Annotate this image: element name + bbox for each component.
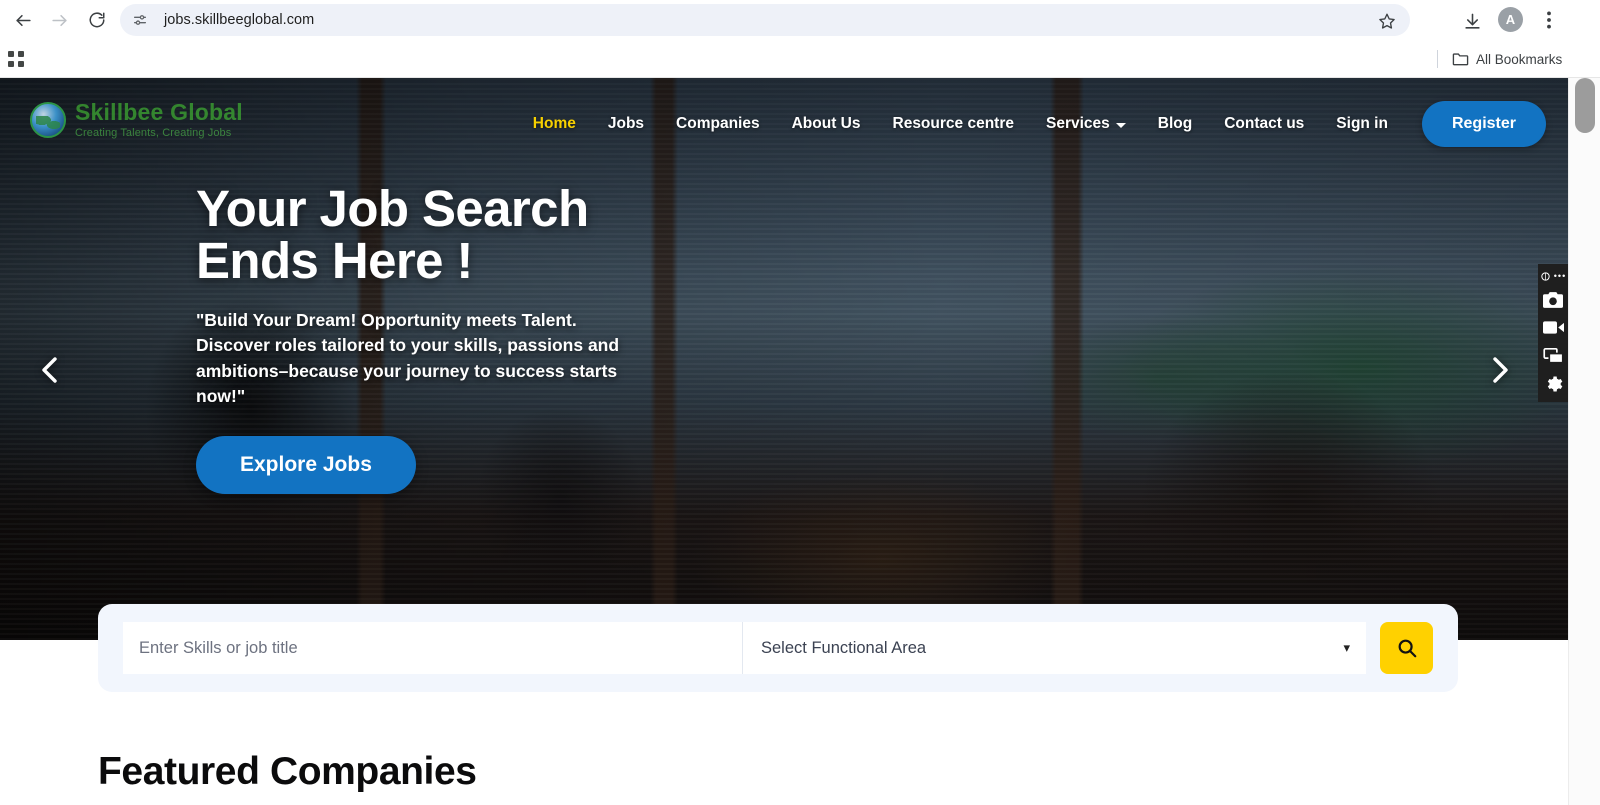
site-header: Skillbee Global Creating Talents, Creati…	[0, 78, 1568, 170]
gear-icon[interactable]	[1540, 371, 1566, 396]
bookmarks-bar: All Bookmarks	[0, 40, 1600, 78]
reload-icon	[89, 12, 105, 28]
nav-item-resource-centre[interactable]: Resource centre	[877, 115, 1030, 133]
camera-icon[interactable]	[1540, 287, 1566, 312]
chevron-down-icon: ▾	[1343, 640, 1350, 655]
functional-area-value: Select Functional Area	[761, 638, 927, 657]
chevron-right-icon	[1493, 357, 1508, 383]
nav-label: Services	[1045, 115, 1110, 132]
chevron-left-icon	[42, 357, 57, 383]
job-search-panel: Select Functional Area ▾	[98, 604, 1458, 692]
recorder-logo-icon	[1541, 271, 1550, 281]
globe-icon	[30, 102, 66, 138]
recorder-menu-dots[interactable]: •••	[1554, 271, 1566, 281]
nav-item-sign-in[interactable]: Sign in	[1320, 115, 1404, 133]
nav-item-companies[interactable]: Companies	[660, 115, 776, 133]
nav-label: Companies	[676, 115, 760, 132]
divider	[1437, 50, 1438, 68]
nav-label: Home	[532, 115, 576, 132]
folder-icon	[1452, 53, 1469, 66]
browser-chrome: jobs.skillbeeglobal.com A All Bookmarks	[0, 0, 1600, 78]
nav-label: Sign in	[1336, 115, 1388, 132]
screen-recorder-toolbar: •••	[1538, 264, 1568, 402]
back-button[interactable]	[6, 3, 40, 37]
browser-toolbar: jobs.skillbeeglobal.com A	[0, 0, 1600, 40]
page-viewport: Skillbee Global Creating Talents, Creati…	[0, 78, 1568, 805]
download-icon[interactable]	[1458, 7, 1486, 35]
page-title: Your Job Search Ends Here !	[196, 180, 589, 290]
nav-label: About Us	[791, 115, 861, 132]
nav-item-blog[interactable]: Blog	[1142, 115, 1208, 133]
nav-label: Jobs	[607, 115, 645, 132]
search-input[interactable]	[123, 622, 743, 674]
url-text: jobs.skillbeeglobal.com	[164, 12, 315, 28]
brand-text: Skillbee Global Creating Talents, Creati…	[75, 101, 243, 139]
avatar[interactable]: A	[1498, 7, 1523, 32]
carousel-prev-button[interactable]	[28, 348, 72, 392]
site-settings-icon[interactable]	[126, 6, 154, 34]
scrollbar-thumb[interactable]	[1575, 78, 1595, 133]
star-icon[interactable]	[1374, 8, 1400, 34]
nav-label: Blog	[1157, 115, 1193, 132]
back-arrow-icon	[15, 14, 31, 26]
nav-item-home[interactable]: Home	[517, 115, 592, 133]
carousel-next-button[interactable]	[1478, 348, 1522, 392]
hero-subtitle: "Build Your Dream! Opportunity meets Tal…	[196, 310, 620, 407]
nav-item-contact-us[interactable]: Contact us	[1208, 115, 1320, 133]
all-bookmarks-label: All Bookmarks	[1476, 51, 1563, 67]
forward-button[interactable]	[42, 3, 76, 37]
address-bar[interactable]: jobs.skillbeeglobal.com	[120, 4, 1410, 36]
apps-grid-icon[interactable]	[5, 48, 27, 70]
search-fields: Select Functional Area ▾	[123, 622, 1366, 674]
all-bookmarks-button[interactable]: All Bookmarks	[1452, 49, 1562, 69]
windows-capture-icon[interactable]	[1540, 343, 1566, 368]
brand-logo[interactable]: Skillbee Global Creating Talents, Creati…	[30, 101, 243, 139]
forward-arrow-icon	[51, 14, 67, 26]
hero-banner: Skillbee Global Creating Talents, Creati…	[0, 78, 1568, 640]
page-scrollbar[interactable]	[1568, 78, 1600, 805]
search-icon	[1398, 639, 1416, 658]
hero-copy: Your Job Search Ends Here ! "Build Your …	[196, 180, 836, 494]
nav-label: Contact us	[1224, 115, 1305, 132]
nav-item-services[interactable]: Services	[1030, 115, 1142, 133]
brand-name: Skillbee Global	[75, 99, 243, 125]
reload-button[interactable]	[80, 3, 114, 37]
nav-label: Resource centre	[892, 115, 1014, 132]
main-navigation: Home Jobs Companies About Us Resource ce…	[517, 78, 1546, 170]
nav-item-jobs[interactable]: Jobs	[592, 115, 660, 133]
register-button[interactable]: Register	[1421, 101, 1546, 147]
three-dot-menu-icon[interactable]	[1536, 6, 1562, 34]
featured-companies-section: Featured Companies	[0, 692, 1568, 805]
explore-jobs-button[interactable]: Explore Jobs	[196, 435, 416, 494]
video-camera-icon[interactable]	[1540, 315, 1566, 340]
recorder-header[interactable]: •••	[1538, 268, 1568, 284]
nav-item-about-us[interactable]: About Us	[776, 115, 877, 133]
functional-area-select[interactable]: Select Functional Area ▾	[743, 622, 1366, 674]
search-submit-button[interactable]	[1380, 622, 1433, 674]
featured-companies-heading: Featured Companies	[98, 750, 477, 793]
brand-tagline: Creating Talents, Creating Jobs	[75, 127, 232, 139]
chevron-down-icon	[1115, 122, 1126, 128]
